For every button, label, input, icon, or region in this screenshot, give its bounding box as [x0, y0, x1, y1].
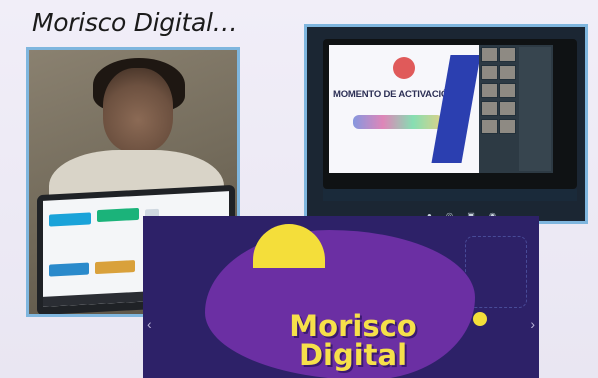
chevron-left-icon[interactable]: ‹: [147, 316, 152, 332]
participant-thumb[interactable]: [481, 83, 498, 98]
tablet-tile: [97, 207, 139, 223]
chevron-right-icon[interactable]: ›: [530, 316, 535, 332]
participants-panel[interactable]: [519, 47, 551, 171]
tablet-tile: [49, 262, 89, 277]
tablet-tile: [95, 260, 135, 275]
page-title: Morisco Digital…: [32, 8, 238, 37]
student-face: [103, 68, 173, 152]
presentation-slide: MOMENTO DE ACTIVACIÓN…: [329, 45, 481, 173]
participant-thumb[interactable]: [499, 101, 516, 116]
participant-thumb[interactable]: [499, 47, 516, 62]
participant-gallery: [479, 45, 553, 173]
participant-thumb[interactable]: [481, 65, 498, 80]
participant-thumb[interactable]: [499, 83, 516, 98]
os-taskbar: [323, 189, 577, 201]
brain-icon: [393, 57, 415, 79]
brand-banner: Morisco Digital ‹ ›: [143, 216, 539, 378]
brand-line-1: Morisco: [289, 309, 417, 343]
participant-thumb[interactable]: [481, 101, 498, 116]
brand-line-2: Digital: [298, 338, 408, 372]
slide-accent-bar: [431, 55, 481, 163]
brand-logo: Morisco Digital: [273, 312, 433, 370]
participant-thumb[interactable]: [499, 119, 516, 134]
participant-thumb[interactable]: [481, 119, 498, 134]
characters-illustration: [353, 115, 443, 129]
slide-frame: Morisco Digital… MOMENTO DE ACTIVACIÓN…: [0, 0, 598, 378]
videocall-card: MOMENTO DE ACTIVACIÓN… ● ◎ ▣ ◉: [304, 24, 588, 224]
tablet-tile: [49, 212, 91, 227]
participant-thumb[interactable]: [481, 47, 498, 62]
yellow-dot: [473, 312, 487, 326]
participant-thumb[interactable]: [499, 65, 516, 80]
